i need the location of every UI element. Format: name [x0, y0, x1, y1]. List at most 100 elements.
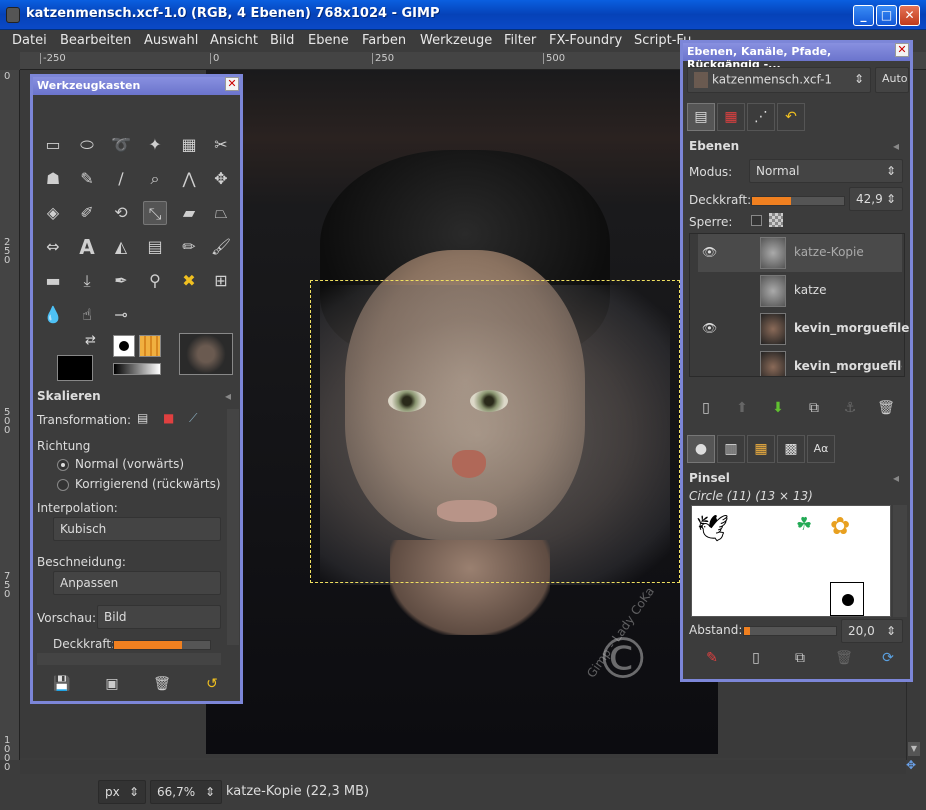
- menu-werkzeuge[interactable]: Werkzeuge: [420, 33, 492, 48]
- menu-bild[interactable]: Bild: [270, 33, 294, 48]
- save-options-icon[interactable]: 💾: [51, 673, 73, 695]
- undo-history-tab-icon[interactable]: ↶: [777, 103, 805, 131]
- scroll-down-icon[interactable]: ▼: [908, 742, 920, 756]
- restore-options-icon[interactable]: ▣: [101, 673, 123, 695]
- scale-tool-icon[interactable]: ⤡: [143, 201, 167, 225]
- options-scrollbar[interactable]: [227, 409, 239, 645]
- selection-marquee[interactable]: [310, 280, 680, 583]
- brush-scrollbar[interactable]: [893, 505, 907, 617]
- clipping-select[interactable]: Anpassen: [53, 571, 221, 595]
- fonts-tab-icon[interactable]: Aα: [807, 435, 835, 463]
- eye-icon[interactable]: 👁: [702, 245, 717, 259]
- swap-colors-icon[interactable]: ⇄: [85, 333, 96, 348]
- menu-fx-foundry[interactable]: FX-Foundry: [549, 33, 622, 48]
- layer-opacity-slider[interactable]: [751, 196, 845, 206]
- gradient-preview-icon[interactable]: [113, 363, 161, 375]
- refresh-brushes-icon[interactable]: ⟳: [877, 647, 899, 669]
- layers-menu-icon[interactable]: ◂: [893, 139, 899, 153]
- layer-opacity-field[interactable]: 42,9 ⇕: [849, 187, 903, 211]
- canvas-horizontal-scrollbar[interactable]: [20, 760, 906, 774]
- color-select-tool-icon[interactable]: ▦: [177, 133, 201, 157]
- perspective-clone-tool-icon[interactable]: ⊞: [209, 269, 233, 293]
- paths-tab-icon[interactable]: ⋰: [747, 103, 775, 131]
- rotate-tool-icon[interactable]: ⟲: [109, 201, 133, 225]
- preview-select[interactable]: Bild: [97, 605, 221, 629]
- scissors-tool-icon[interactable]: ✂: [209, 133, 233, 157]
- transform-path-icon[interactable]: ⟋: [189, 411, 197, 426]
- close-button[interactable]: ✕: [899, 5, 920, 26]
- duplicate-layer-icon[interactable]: ⧉: [803, 397, 825, 419]
- eraser-tool-icon[interactable]: ▬: [41, 269, 65, 293]
- interpolation-select[interactable]: Kubisch: [53, 517, 221, 541]
- image-select[interactable]: katzenmensch.xcf-1 ⇕: [687, 67, 871, 93]
- paintbrush-tool-icon[interactable]: 🖌: [209, 235, 233, 259]
- brush-grid[interactable]: 🕊 ☘ ✿: [691, 505, 891, 617]
- layer-row-katze[interactable]: katze: [698, 272, 902, 310]
- duplicate-brush-icon[interactable]: ⧉: [789, 647, 811, 669]
- menu-bearbeiten[interactable]: Bearbeiten: [60, 33, 131, 48]
- lock-alpha-icon[interactable]: [769, 213, 783, 227]
- delete-options-icon[interactable]: 🗑: [151, 673, 173, 695]
- lasso-tool-icon[interactable]: ➰: [109, 133, 133, 157]
- delete-layer-icon[interactable]: 🗑: [875, 397, 897, 419]
- smudge-tool-icon[interactable]: ☝: [75, 303, 99, 327]
- align-tool-icon[interactable]: ◈: [41, 201, 65, 225]
- options-menu-icon[interactable]: ◂: [225, 389, 231, 403]
- pencil-tool-icon[interactable]: ✏: [177, 235, 201, 259]
- navigate-icon[interactable]: ✥: [906, 758, 916, 772]
- measure-tool-icon[interactable]: ⋀: [177, 167, 201, 191]
- ink-tool-icon[interactable]: ✒: [109, 269, 133, 293]
- zoom-select[interactable]: 66,7% ⇕: [150, 780, 222, 804]
- minimize-button[interactable]: _: [853, 5, 874, 26]
- bucket-fill-tool-icon[interactable]: ◭: [109, 235, 133, 259]
- direction-normal-radio[interactable]: [57, 459, 69, 471]
- move-tool-icon[interactable]: ✥: [209, 167, 233, 191]
- channels-tab-icon[interactable]: ▦: [717, 103, 745, 131]
- new-brush-icon[interactable]: ▯: [745, 647, 767, 669]
- auto-button[interactable]: Auto: [875, 67, 909, 93]
- foreground-select-tool-icon[interactable]: ☗: [41, 167, 65, 191]
- transform-selection-icon[interactable]: ■: [163, 411, 174, 425]
- fuzzy-select-tool-icon[interactable]: ✦: [143, 133, 167, 157]
- delete-brush-icon[interactable]: 🗑: [833, 647, 855, 669]
- blur-tool-icon[interactable]: 💧: [41, 303, 65, 327]
- layer-row-kevin-morguefile[interactable]: 👁 kevin_morguefile: [698, 310, 909, 348]
- paths-tool-icon[interactable]: ✎: [75, 167, 99, 191]
- eye-icon[interactable]: 👁: [702, 321, 717, 335]
- menu-filter[interactable]: Filter: [504, 33, 536, 48]
- pattern-preview-icon[interactable]: [139, 335, 161, 357]
- ellipse-select-tool-icon[interactable]: ⬭: [75, 133, 99, 157]
- layer-row-kevin-morguefile-2[interactable]: kevin_morguefile: [698, 348, 902, 376]
- foreground-color-swatch[interactable]: [57, 355, 93, 381]
- toolbox-close-button[interactable]: ✕: [225, 77, 239, 91]
- patterns-tab-icon[interactable]: ▦: [747, 435, 775, 463]
- brush-preview-icon[interactable]: [113, 335, 135, 357]
- brushes-menu-icon[interactable]: ◂: [893, 471, 899, 485]
- opacity-slider[interactable]: [113, 640, 211, 650]
- reset-options-icon[interactable]: ↺: [201, 673, 223, 695]
- crop-tool-icon[interactable]: ✐: [75, 201, 99, 225]
- dodge-burn-tool-icon[interactable]: ⊸: [109, 303, 133, 327]
- airbrush-tool-icon[interactable]: ⤓: [75, 269, 99, 293]
- menu-auswahl[interactable]: Auswahl: [144, 33, 198, 48]
- shear-tool-icon[interactable]: ▰: [177, 201, 201, 225]
- flip-tool-icon[interactable]: ⇔: [41, 235, 65, 259]
- gradients-tab-icon[interactable]: ▥: [717, 435, 745, 463]
- menu-ebene[interactable]: Ebene: [308, 33, 349, 48]
- maximize-button[interactable]: □: [876, 5, 897, 26]
- menu-datei[interactable]: Datei: [12, 33, 47, 48]
- unit-select[interactable]: px ⇕: [98, 780, 146, 804]
- brushes-tab-icon[interactable]: ●: [687, 435, 715, 463]
- lock-pixels-checkbox[interactable]: [751, 215, 762, 226]
- lower-layer-icon[interactable]: ⬇: [767, 397, 789, 419]
- anchor-layer-icon[interactable]: ⚓: [839, 397, 861, 419]
- edit-brush-icon[interactable]: ✎: [701, 647, 723, 669]
- mode-select[interactable]: Normal ⇕: [749, 159, 903, 183]
- color-picker-tool-icon[interactable]: ∕: [109, 167, 133, 191]
- menu-farben[interactable]: Farben: [362, 33, 406, 48]
- raise-layer-icon[interactable]: ⬆: [731, 397, 753, 419]
- perspective-tool-icon[interactable]: ⏢: [209, 201, 233, 225]
- active-image-thumbnail[interactable]: [179, 333, 233, 375]
- rect-select-tool-icon[interactable]: ▭: [41, 133, 65, 157]
- palettes-tab-icon[interactable]: ▩: [777, 435, 805, 463]
